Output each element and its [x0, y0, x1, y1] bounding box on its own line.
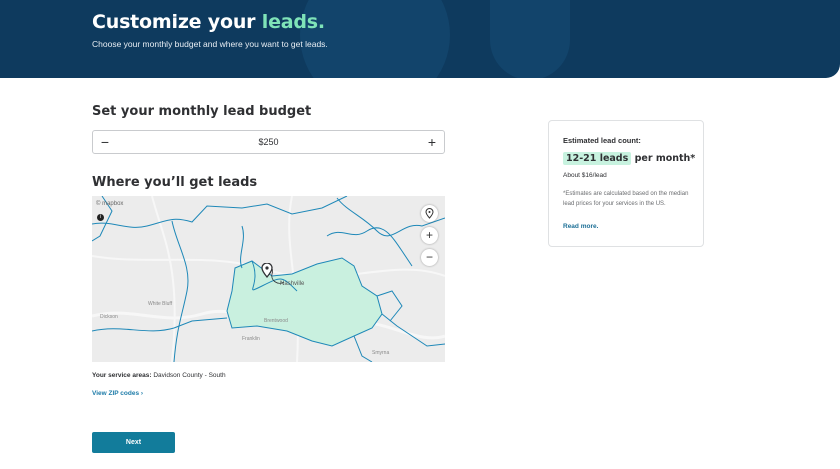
location-pin-icon [261, 263, 273, 278]
page-title-main: Customize your [92, 11, 262, 33]
map-attribution: © mapbox [96, 201, 124, 207]
map-place-label: Franklin [242, 336, 260, 342]
estimate-note: *Estimates are calculated based on the m… [563, 191, 689, 207]
map-place-label: Dickson [100, 314, 118, 320]
service-area-value: Davidson County - South [153, 372, 226, 379]
zoom-in-button[interactable]: + [421, 227, 438, 244]
locate-button[interactable] [421, 205, 438, 222]
service-area-map[interactable]: © mapbox i Nashville White Bluff Dickson… [92, 196, 445, 362]
hero-banner: Customize your leads. Choose your monthl… [0, 0, 840, 78]
map-canvas [92, 196, 445, 362]
leads-range: 12-21 leads [563, 152, 632, 165]
service-area-text: Your service areas: Davidson County - So… [92, 372, 226, 379]
map-heading: Where you’ll get leads [92, 175, 258, 190]
page-subtitle: Choose your monthly budget and where you… [92, 39, 328, 49]
locate-icon [425, 208, 434, 219]
estimate-leads: 12-21 leads per month* [563, 152, 696, 165]
read-more-link[interactable]: Read more. [563, 223, 598, 230]
page-title-accent: leads. [261, 11, 325, 33]
view-zip-codes-link[interactable]: View ZIP codes › [92, 390, 143, 397]
map-place-label: Nashville [280, 281, 305, 287]
zoom-out-button[interactable]: − [421, 249, 438, 266]
per-lead-price: About $16/lead [563, 172, 607, 179]
map-place-label: White Bluff [148, 301, 173, 307]
budget-value: $250 [258, 137, 279, 147]
budget-heading: Set your monthly lead budget [92, 104, 312, 119]
increment-button[interactable]: + [422, 133, 442, 151]
hero-decoration [490, 0, 570, 78]
page-title: Customize your leads. [92, 11, 325, 33]
info-icon[interactable]: i [97, 214, 104, 221]
estimate-title: Estimated lead count: [563, 136, 641, 145]
budget-stepper: − $250 + [92, 130, 445, 154]
service-area-label: Your service areas: [92, 372, 152, 379]
map-place-label: Brentwood [264, 318, 288, 324]
next-button[interactable]: Next [92, 432, 175, 453]
map-place-label: Smyrna [372, 350, 390, 356]
estimate-card: Estimated lead count: 12-21 leads per mo… [548, 120, 704, 247]
per-month-label: per month* [634, 153, 696, 164]
